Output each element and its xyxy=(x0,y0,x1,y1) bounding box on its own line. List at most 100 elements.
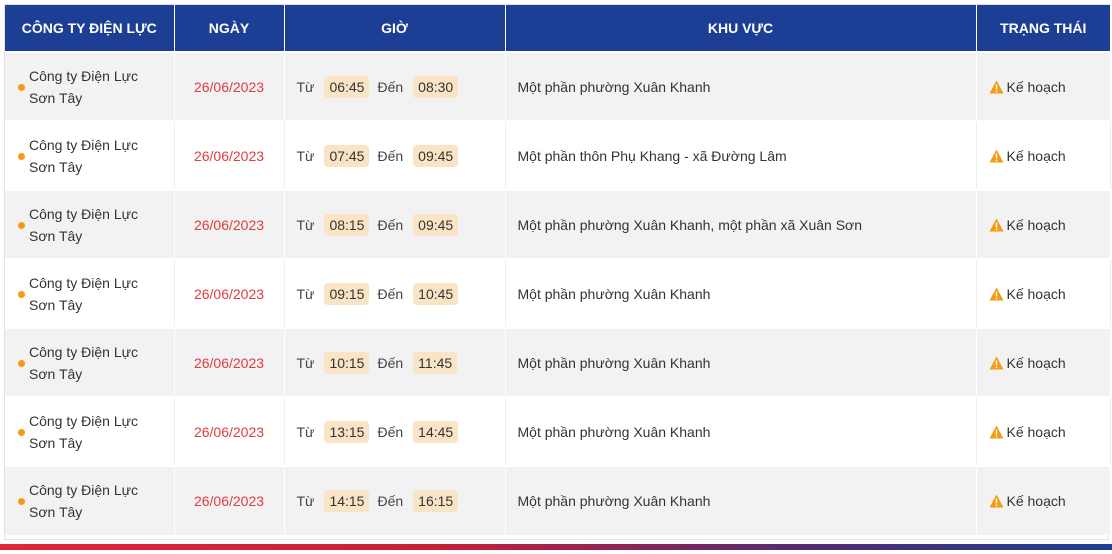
table-row: Công ty Điện Lực Sơn Tây 26/06/2023 Từ 08… xyxy=(5,189,1110,259)
bullet-dot-icon xyxy=(18,359,25,367)
company-name-line1: Công ty Điện Lực xyxy=(29,482,138,498)
table-row: Công ty Điện Lực Sơn Tây 26/06/2023 Từ 06… xyxy=(5,51,1110,121)
from-time-badge: 13:15 xyxy=(324,420,370,443)
warning-triangle-icon xyxy=(989,80,1003,93)
company-cell: Công ty Điện Lực Sơn Tây xyxy=(5,258,175,328)
bullet-dot-icon xyxy=(18,152,25,160)
from-label: Từ xyxy=(296,216,315,233)
time-cell: Từ 13:15 Đến 14:45 xyxy=(284,396,506,466)
company-name-line1: Công ty Điện Lực xyxy=(29,136,138,153)
status-label: Kế hoạch xyxy=(1006,78,1066,95)
company-name-line1: Công ty Điện Lực xyxy=(29,205,138,222)
table-header: CÔNG TY ĐIỆN LỰC NGÀY GIỜ KHU VỰC TRẠNG … xyxy=(5,5,1110,52)
status-cell: Kế hoạch xyxy=(976,465,1110,535)
bottom-accent-bar xyxy=(0,544,1112,550)
date-cell: 26/06/2023 xyxy=(174,258,285,328)
company-cell: Công ty Điện Lực Sơn Tây xyxy=(5,465,175,535)
bullet-dot-icon xyxy=(18,428,25,436)
from-label: Từ xyxy=(296,147,315,164)
company-name-line2: Sơn Tây xyxy=(29,365,83,382)
time-cell: Từ 08:15 Đến 09:45 xyxy=(284,189,506,259)
bullet-dot-icon xyxy=(18,83,25,91)
status-label: Kế hoạch xyxy=(1006,493,1066,509)
area-cell: Một phần phường Xuân Khanh xyxy=(505,396,977,466)
company-name-line1: Công ty Điện Lực xyxy=(29,274,138,291)
company-name-line1: Công ty Điện Lực xyxy=(29,343,138,360)
table-row: Công ty Điện Lực Sơn Tây 26/06/2023 Từ 07… xyxy=(5,120,1111,190)
warning-triangle-icon xyxy=(989,356,1003,369)
from-label: Từ xyxy=(296,354,315,371)
date-cell: 26/06/2023 xyxy=(174,51,285,121)
status-cell: Kế hoạch xyxy=(976,327,1110,397)
warning-triangle-icon xyxy=(989,494,1003,508)
status-cell: Kế hoạch xyxy=(976,396,1111,466)
to-label: Đến xyxy=(377,78,404,95)
status-cell: Kế hoạch xyxy=(976,51,1110,121)
area-cell: Một phần phường Xuân Khanh xyxy=(505,465,977,535)
from-time-badge: 14:15 xyxy=(324,490,370,512)
company-name-line1: Công ty Điện Lực xyxy=(29,412,138,429)
status-label: Kế hoạch xyxy=(1006,147,1066,164)
area-cell: Một phần phường Xuân Khanh, một phần xã … xyxy=(505,189,977,259)
status-label: Kế hoạch xyxy=(1006,354,1066,371)
from-time-badge: 10:15 xyxy=(324,351,370,374)
to-time-badge: 10:45 xyxy=(413,282,459,305)
status-label: Kế hoạch xyxy=(1006,423,1066,440)
status-label: Kế hoạch xyxy=(1006,285,1066,302)
company-name-line2: Sơn Tây xyxy=(29,434,83,451)
from-time-badge: 07:45 xyxy=(324,144,370,167)
header-time: GIỜ xyxy=(284,5,506,52)
outage-schedule-table-container: CÔNG TY ĐIỆN LỰC NGÀY GIỜ KHU VỰC TRẠNG … xyxy=(4,4,1111,540)
area-cell: Một phần thôn Phụ Khang - xã Đường Lâm xyxy=(505,120,977,190)
to-label: Đến xyxy=(377,285,404,302)
header-row: CÔNG TY ĐIỆN LỰC NGÀY GIỜ KHU VỰC TRẠNG … xyxy=(5,5,1110,52)
table-row: Công ty Điện Lực Sơn Tây 26/06/2023 Từ 14… xyxy=(5,465,1110,535)
date-cell: 26/06/2023 xyxy=(174,465,285,535)
from-time-badge: 06:45 xyxy=(324,75,370,98)
to-label: Đến xyxy=(377,216,404,233)
from-label: Từ xyxy=(296,78,315,95)
company-name-line1: Công ty Điện Lực xyxy=(29,67,138,84)
table-row: Công ty Điện Lực Sơn Tây 26/06/2023 Từ 09… xyxy=(5,258,1111,328)
company-name-line2: Sơn Tây xyxy=(29,296,83,313)
header-status: TRẠNG THÁI xyxy=(976,5,1110,52)
company-cell: Công ty Điện Lực Sơn Tây xyxy=(5,51,175,121)
to-label: Đến xyxy=(377,147,404,164)
date-cell: 26/06/2023 xyxy=(174,120,285,190)
company-name-line2: Sơn Tây xyxy=(29,227,83,244)
area-cell: Một phần phường Xuân Khanh xyxy=(505,51,977,121)
status-cell: Kế hoạch xyxy=(976,189,1110,259)
company-cell: Công ty Điện Lực Sơn Tây xyxy=(5,327,175,397)
from-label: Từ xyxy=(296,285,315,302)
to-time-badge: 08:30 xyxy=(413,75,459,98)
header-date: NGÀY xyxy=(174,5,285,52)
date-cell: 26/06/2023 xyxy=(174,189,285,259)
time-cell: Từ 14:15 Đến 16:15 xyxy=(284,465,506,535)
to-label: Đến xyxy=(377,493,404,509)
company-cell: Công ty Điện Lực Sơn Tây xyxy=(5,189,175,259)
area-cell: Một phần phường Xuân Khanh xyxy=(505,258,977,328)
to-time-badge: 11:45 xyxy=(413,351,458,374)
table-body: Công ty Điện Lực Sơn Tây 26/06/2023 Từ 06… xyxy=(5,51,1111,535)
company-name-line2: Sơn Tây xyxy=(29,89,83,106)
header-company: CÔNG TY ĐIỆN LỰC xyxy=(5,5,175,52)
status-cell: Kế hoạch xyxy=(976,120,1111,190)
date-cell: 26/06/2023 xyxy=(174,327,285,397)
bullet-dot-icon xyxy=(18,498,25,505)
time-cell: Từ 07:45 Đến 09:45 xyxy=(284,120,506,190)
to-time-badge: 14:45 xyxy=(413,420,459,443)
table-row: Công ty Điện Lực Sơn Tây 26/06/2023 Từ 13… xyxy=(5,396,1111,466)
from-time-badge: 09:15 xyxy=(324,282,370,305)
status-label: Kế hoạch xyxy=(1006,216,1066,233)
company-name-line2: Sơn Tây xyxy=(29,504,83,520)
company-cell: Công ty Điện Lực Sơn Tây xyxy=(5,120,175,190)
status-cell: Kế hoạch xyxy=(976,258,1111,328)
to-label: Đến xyxy=(377,354,404,371)
to-label: Đến xyxy=(377,423,404,440)
time-cell: Từ 09:15 Đến 10:45 xyxy=(284,258,506,328)
from-label: Từ xyxy=(296,423,315,440)
header-area: KHU VỰC xyxy=(505,5,977,52)
bullet-dot-icon xyxy=(18,290,25,298)
from-label: Từ xyxy=(296,493,315,509)
company-name-line2: Sơn Tây xyxy=(29,158,83,175)
